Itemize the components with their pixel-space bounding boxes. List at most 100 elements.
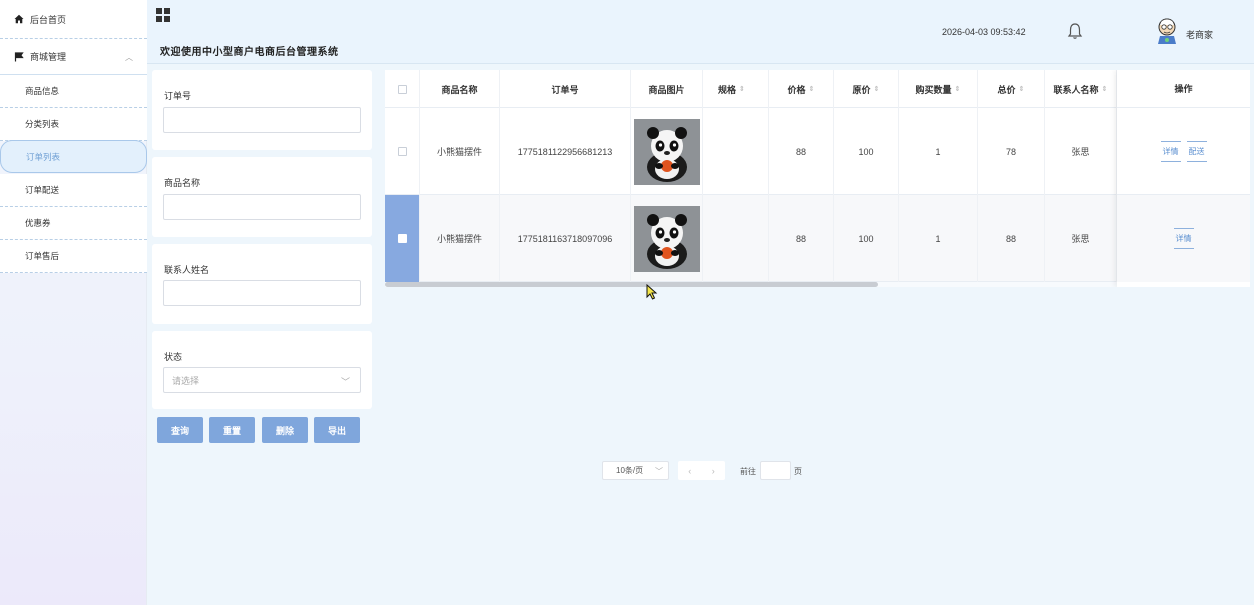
col-price[interactable]: 价格 ⇕	[769, 70, 834, 108]
sidebar-item-categories[interactable]: 分类列表	[0, 108, 147, 141]
bell-icon[interactable]	[1067, 22, 1083, 40]
chevron-up-icon[interactable]: ︿	[125, 52, 133, 63]
row-select-cell	[385, 108, 420, 195]
username: 老商家	[1186, 30, 1214, 40]
filter-product-name: 商品名称	[152, 157, 372, 237]
row-select-cell	[385, 195, 420, 282]
goto-label: 前往	[740, 467, 756, 476]
cell-spec	[703, 108, 769, 195]
datetime: 2026-04-03 09:53:42	[942, 27, 1026, 37]
row-ops: 详情	[1117, 195, 1250, 282]
cell-total: 78	[978, 108, 1045, 195]
row-ops: 详情 配送	[1117, 108, 1250, 195]
sidebar-item-home[interactable]: 后台首页	[0, 0, 147, 39]
sidebar-item-label: 优惠券	[25, 218, 51, 228]
avatar[interactable]	[1155, 17, 1179, 45]
col-image: 商品图片	[631, 70, 703, 108]
sidebar-item-aftersales[interactable]: 订单售后	[0, 240, 147, 273]
sidebar: 后台首页 商城管理 ︿ 商品信息 分类列表 订单列表 订单配送 优惠券 订单售后	[0, 0, 147, 605]
prev-page-icon[interactable]: ‹	[688, 466, 691, 476]
orders-table: 商品名称 订单号 商品图片 规格 ⇕ 价格 ⇕ 原价 ⇕ 购买数量 ⇕ 总价 ⇕ 联系人名…	[385, 70, 1250, 287]
select-all-cell	[385, 70, 420, 108]
operations-column: 操作 详情 配送 详情	[1117, 70, 1250, 287]
cell-price: 88	[769, 195, 834, 282]
sidebar-item-label: 订单售后	[25, 251, 60, 261]
sidebar-item-coupons[interactable]: 优惠券	[0, 207, 147, 240]
deliver-button[interactable]: 配送	[1186, 140, 1207, 162]
sidebar-item-label: 订单列表	[26, 151, 61, 162]
sidebar-item-label: 订单配送	[25, 185, 60, 195]
contact-label: 联系人姓名	[164, 265, 210, 275]
col-total[interactable]: 总价 ⇕	[978, 70, 1045, 108]
col-ops: 操作	[1117, 70, 1250, 108]
cell-qty: 1	[899, 195, 978, 282]
cell-contact: 张思	[1045, 195, 1117, 282]
panda-product-image[interactable]	[633, 118, 700, 185]
detail-button[interactable]: 详情	[1160, 140, 1181, 162]
cell-image	[631, 195, 703, 282]
order-no-input[interactable]	[163, 107, 361, 133]
row-checkbox[interactable]	[397, 234, 407, 243]
home-icon	[14, 14, 24, 24]
col-qty[interactable]: 购买数量 ⇕	[899, 70, 978, 108]
cell-spec	[703, 195, 769, 282]
pager-nav: ‹ ›	[678, 461, 725, 480]
status-placeholder: 请选择	[172, 375, 200, 386]
contact-input[interactable]	[163, 280, 361, 306]
product-name-label: 商品名称	[164, 178, 201, 188]
detail-button[interactable]: 详情	[1173, 228, 1194, 249]
sort-icon[interactable]: ⇕	[874, 85, 880, 93]
horizontal-scrollbar[interactable]	[385, 282, 878, 287]
sidebar-item-delivery[interactable]: 订单配送	[0, 174, 147, 207]
query-button[interactable]: 查询	[157, 417, 203, 443]
col-contact[interactable]: 联系人名称 ⇕	[1045, 70, 1117, 108]
order-no-label: 订单号	[164, 91, 192, 101]
product-name-input[interactable]	[163, 194, 361, 220]
col-original[interactable]: 原价 ⇕	[834, 70, 899, 108]
cell-total: 88	[978, 195, 1045, 282]
filter-order-no: 订单号	[152, 70, 372, 150]
sidebar-item-products[interactable]: 商品信息	[0, 75, 147, 108]
cell-original: 100	[834, 108, 899, 195]
sort-icon[interactable]: ⇕	[1019, 85, 1025, 93]
col-spec[interactable]: 规格 ⇕	[703, 70, 769, 108]
goto-page-input[interactable]	[760, 461, 791, 480]
cell-original: 100	[834, 195, 899, 282]
page-size-value: 10条/页	[616, 466, 644, 475]
menu-grid-icon[interactable]	[156, 8, 170, 22]
sort-icon[interactable]: ⇕	[1102, 85, 1108, 93]
sort-icon[interactable]: ⇕	[739, 85, 745, 93]
page-size-select[interactable]: 10条/页 ﹀	[602, 461, 669, 480]
cell-contact: 张思	[1045, 108, 1117, 195]
panda-product-image[interactable]	[633, 205, 700, 272]
delete-button[interactable]: 删除	[262, 417, 308, 443]
sidebar-item-label: 商城管理	[30, 52, 67, 62]
sort-icon[interactable]: ⇕	[955, 85, 961, 93]
col-order-no: 订单号	[500, 70, 631, 108]
cell-name: 小熊猫摆件	[420, 195, 500, 282]
chevron-down-icon: ﹀	[655, 467, 663, 476]
sidebar-item-mall[interactable]: 商城管理 ︿	[0, 39, 147, 75]
chevron-down-icon: ﹀	[340, 377, 350, 387]
sidebar-item-label: 后台首页	[30, 14, 67, 25]
sidebar-item-label: 商品信息	[25, 86, 60, 96]
sidebar-item-orders[interactable]: 订单列表	[0, 140, 147, 173]
col-name: 商品名称	[420, 70, 500, 108]
header: 欢迎使用中小型商户电商后台管理系统 2026-04-03 09:53:42 老商…	[147, 0, 1254, 64]
cell-image	[631, 108, 703, 195]
page-unit-label: 页	[794, 467, 802, 476]
select-all-checkbox[interactable]	[397, 84, 407, 94]
export-button[interactable]: 导出	[314, 417, 360, 443]
page-title: 欢迎使用中小型商户电商后台管理系统	[160, 47, 339, 58]
status-select[interactable]: 请选择 ﹀	[163, 367, 361, 393]
mouse-cursor-icon	[646, 284, 658, 300]
next-page-icon[interactable]: ›	[712, 466, 715, 476]
status-label: 状态	[164, 352, 183, 362]
cell-name: 小熊猫摆件	[420, 108, 500, 195]
row-checkbox[interactable]	[397, 147, 407, 156]
flag-icon	[14, 51, 24, 61]
filter-contact: 联系人姓名	[152, 244, 372, 324]
sidebar-item-label: 分类列表	[25, 119, 60, 129]
sort-icon[interactable]: ⇕	[809, 85, 815, 93]
reset-button[interactable]: 重置	[209, 417, 255, 443]
